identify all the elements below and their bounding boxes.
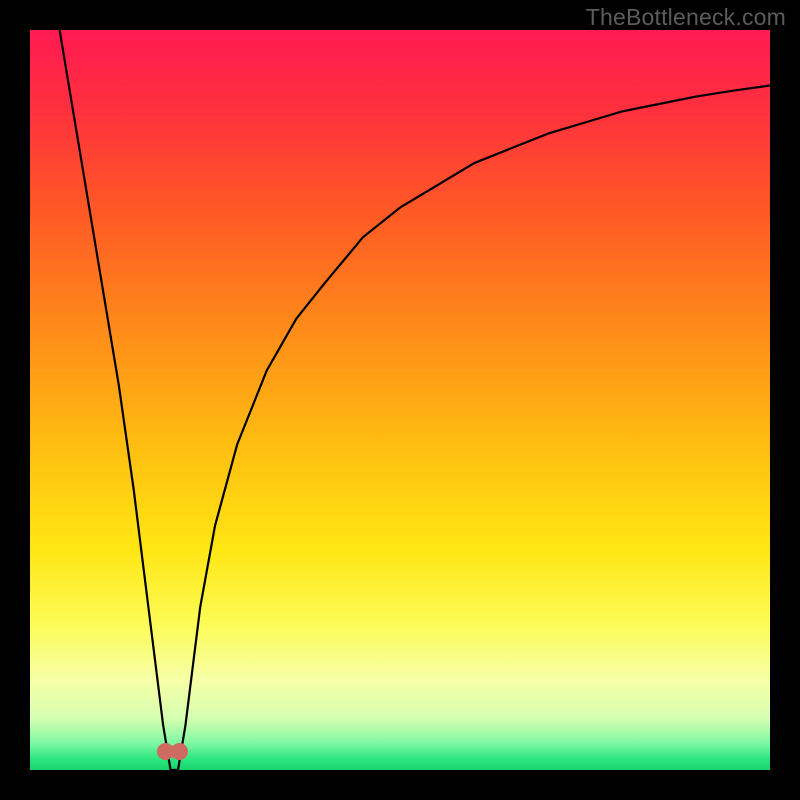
watermark-text: TheBottleneck.com xyxy=(586,4,786,31)
chart-plot-area xyxy=(30,30,770,770)
chart-background xyxy=(30,30,770,770)
curve-marker xyxy=(171,744,187,760)
chart-frame: TheBottleneck.com xyxy=(0,0,800,800)
chart-svg xyxy=(30,30,770,770)
